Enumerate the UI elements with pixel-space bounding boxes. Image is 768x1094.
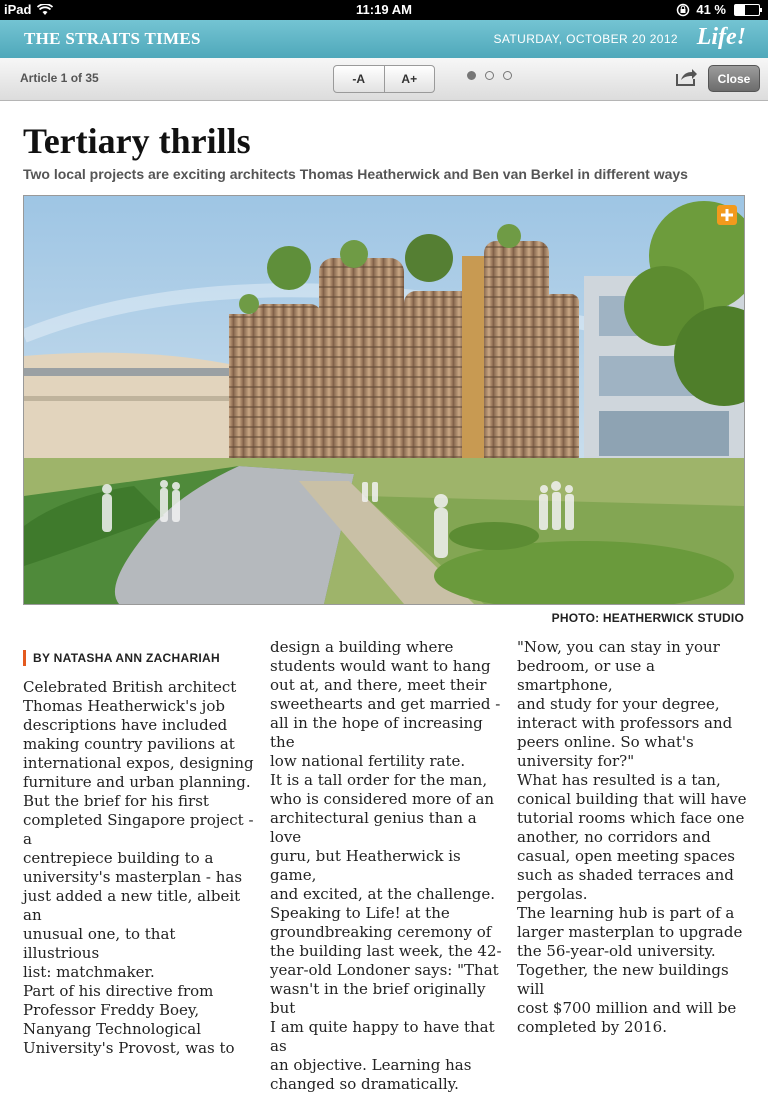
article-toolbar: Article 1 of 35 -A A+ Close bbox=[0, 58, 768, 101]
page-indicator bbox=[467, 71, 512, 80]
article-counter: Article 1 of 35 bbox=[20, 71, 99, 85]
article-photo[interactable] bbox=[23, 195, 745, 605]
status-right: 41 % bbox=[676, 2, 762, 17]
article-column-3: "Now, you can stay in your bedroom, or u… bbox=[517, 638, 749, 1037]
battery-level bbox=[735, 4, 745, 15]
font-size-control: -A A+ bbox=[333, 65, 435, 93]
share-arrow-icon[interactable] bbox=[674, 67, 698, 87]
status-time: 11:19 AM bbox=[356, 2, 412, 17]
masthead: THE STRAITS TIMES SATURDAY, OCTOBER 20 2… bbox=[0, 20, 768, 58]
article-column-1: Celebrated British architect Thomas Heat… bbox=[23, 678, 255, 1058]
section-logo: Life! bbox=[696, 24, 746, 50]
column-text: Celebrated British architect Thomas Heat… bbox=[23, 678, 254, 1057]
article-subhead: Two local projects are exciting architec… bbox=[23, 166, 688, 182]
byline-accent-bar bbox=[23, 650, 26, 666]
page-dot[interactable] bbox=[503, 71, 512, 80]
column-text: "Now, you can stay in your bedroom, or u… bbox=[517, 638, 747, 1036]
font-larger-button[interactable]: A+ bbox=[383, 66, 435, 92]
photo-credit: PHOTO: HEATHERWICK STUDIO bbox=[551, 611, 744, 625]
building-rendering bbox=[24, 196, 744, 604]
close-button[interactable]: Close bbox=[708, 65, 760, 92]
status-bar: iPad 11:19 AM 41 % bbox=[0, 0, 768, 20]
issue-date: SATURDAY, OCTOBER 20 2012 bbox=[493, 32, 678, 46]
newspaper-title: THE STRAITS TIMES bbox=[24, 29, 201, 48]
battery-icon bbox=[734, 3, 762, 16]
battery-percent: 41 % bbox=[696, 2, 726, 17]
font-smaller-button[interactable]: -A bbox=[334, 66, 384, 92]
rotation-lock-icon bbox=[677, 3, 690, 16]
page-dot[interactable] bbox=[467, 71, 476, 80]
article-column-2: design a building where students would w… bbox=[270, 638, 502, 1094]
column-text: design a building where students would w… bbox=[270, 638, 502, 1093]
expand-plus-icon[interactable] bbox=[717, 205, 737, 225]
page-dot[interactable] bbox=[485, 71, 494, 80]
byline: BY NATASHA ANN ZACHARIAH bbox=[33, 651, 220, 665]
article-headline: Tertiary thrills bbox=[23, 121, 251, 161]
